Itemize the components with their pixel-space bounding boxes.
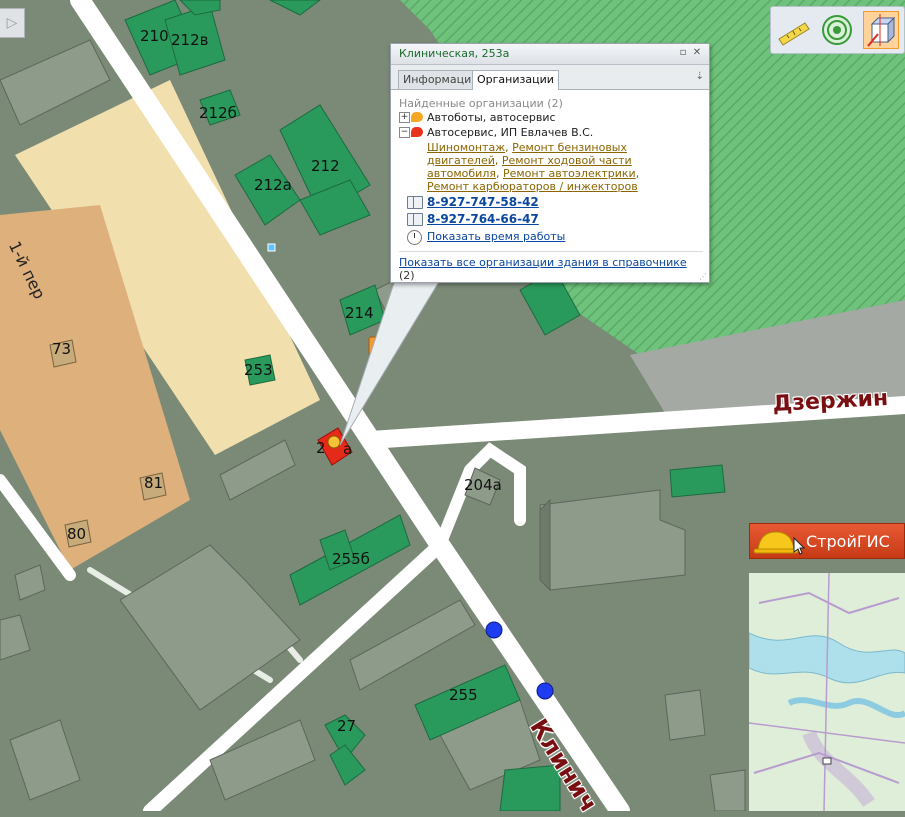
tab-menu-chevron-icon[interactable]: ⇣	[696, 71, 704, 82]
hard-hat-icon	[753, 531, 806, 555]
selected-marker-icon[interactable]	[327, 435, 341, 449]
radar-tool-button[interactable]	[819, 11, 855, 49]
ruler-tool-button[interactable]	[775, 11, 811, 49]
org-item[interactable]: + Автоботы, автосервис	[399, 110, 703, 125]
category-link[interactable]: Ремонт автоэлектрики	[503, 167, 636, 180]
stroygis-label: СтройГИС	[806, 532, 890, 551]
phone-link[interactable]: 8-927-747-58-42	[427, 195, 539, 209]
phone-book-icon	[407, 213, 423, 226]
overview-minimap[interactable]	[749, 573, 905, 811]
radar-icon	[822, 15, 852, 45]
minimap-canvas	[749, 573, 905, 811]
show-all-count: (2)	[399, 269, 415, 282]
resize-grip-icon[interactable]: ⋰	[699, 272, 707, 281]
clock-icon	[407, 230, 422, 245]
stroygis-button[interactable]: СтройГИС	[749, 523, 905, 559]
pin-icon[interactable]: ▫	[677, 47, 689, 59]
show-hours-link[interactable]: Показать время работы	[427, 230, 565, 243]
phone-row: 8-927-747-58-42	[399, 194, 703, 210]
expand-icon[interactable]: +	[399, 112, 410, 123]
popup-title: Клиническая, 253а	[399, 47, 510, 60]
found-orgs-count: Найденные организации (2)	[399, 97, 563, 110]
tab-information[interactable]: Информация	[398, 70, 483, 89]
divider	[399, 251, 703, 252]
cube-select-tool-button[interactable]	[863, 11, 899, 49]
cube-select-icon	[867, 14, 896, 47]
expand-panel-button[interactable]: ▷	[0, 8, 25, 38]
org-categories: Шиномонтаж, Ремонт бензиновых двигателей…	[427, 141, 640, 193]
show-all-row: Показать все организации здания в справо…	[399, 256, 703, 282]
phone-row: 8-927-764-66-47	[399, 211, 703, 227]
close-icon[interactable]: ✕	[691, 47, 703, 59]
collapse-icon[interactable]: −	[399, 127, 410, 138]
phone-link[interactable]: 8-927-764-66-47	[427, 212, 539, 226]
ruler-icon	[778, 22, 810, 46]
hours-row: Показать время работы	[399, 229, 703, 245]
org-name[interactable]: Автосервис, ИП Евлачев В.С.	[427, 126, 593, 139]
map-toolbar	[770, 6, 905, 54]
org-name[interactable]: Автоботы, автосервис	[427, 111, 556, 124]
route-point-icon[interactable]	[536, 682, 554, 700]
popup-titlebar[interactable]: Клиническая, 253а ▫ ✕	[391, 44, 709, 65]
category-link[interactable]: Ремонт карбюраторов / инжекторов	[427, 180, 638, 193]
org-item[interactable]: − Автосервис, ИП Евлачев В.С.	[399, 125, 703, 140]
popup-content: Найденные организации (2) + Автоботы, ав…	[399, 97, 703, 282]
popup-tabs: Информация Организации ⇣	[391, 65, 709, 90]
org-flag-icon	[411, 112, 423, 122]
show-all-orgs-link[interactable]: Показать все организации здания в справо…	[399, 256, 687, 269]
route-point-icon[interactable]	[485, 621, 503, 639]
tab-organizations[interactable]: Организации	[472, 70, 559, 90]
phone-book-icon	[407, 196, 423, 209]
building-info-popup: Клиническая, 253а ▫ ✕ Информация Организ…	[390, 43, 710, 283]
org-flag-icon	[411, 127, 423, 137]
category-link[interactable]: Шиномонтаж	[427, 141, 505, 154]
small-point-icon[interactable]	[267, 243, 276, 252]
